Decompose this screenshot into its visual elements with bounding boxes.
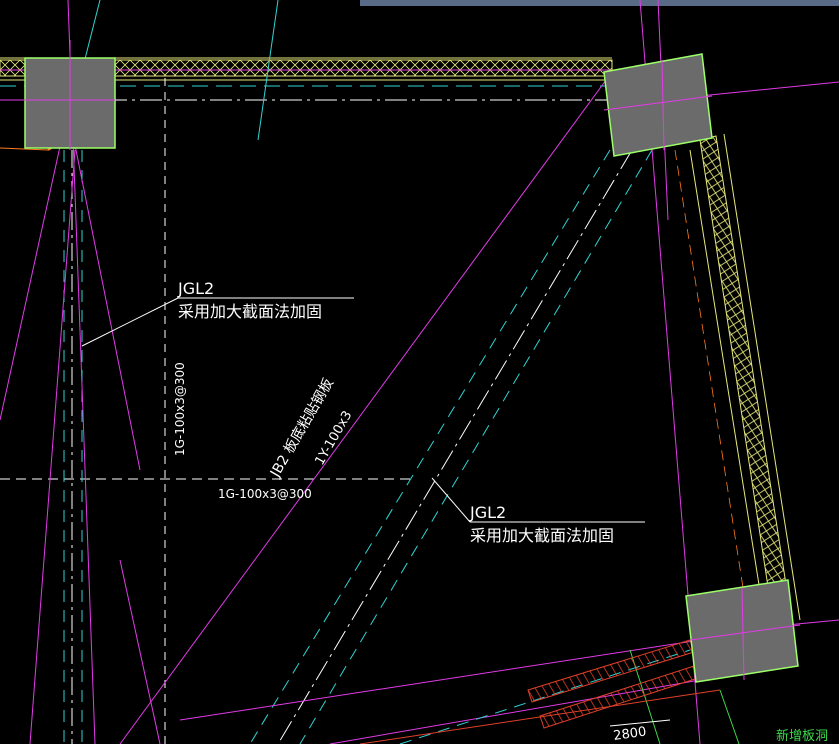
jb2-spec: 1Y-100x3 <box>312 408 355 468</box>
column-top-left[interactable] <box>0 40 116 150</box>
new-opening-label: 新增板洞 <box>776 728 828 744</box>
column-top-right[interactable] <box>603 53 713 157</box>
vertical-rebar-label: 1G-100x3@300 <box>173 362 187 456</box>
jgl2-lower-note: 采用加大截面法加固 <box>470 526 614 545</box>
cad-drawing-canvas[interactable]: JGL2 采用加大截面法加固 JGL2 采用加大截面法加固 1G-100x3@3… <box>0 0 839 744</box>
leader-lines <box>81 297 671 727</box>
column-bottom-right[interactable] <box>685 579 801 683</box>
jgl2-upper-tag: JGL2 <box>177 279 214 298</box>
horizontal-rebar-label: 1G-100x3@300 <box>218 487 312 501</box>
dimension-2800: 2800 <box>612 725 647 744</box>
jgl2-upper-note: 采用加大截面法加固 <box>178 302 322 321</box>
diagonal-beam <box>249 149 653 744</box>
jgl2-lower-tag: JGL2 <box>469 503 506 522</box>
right-wall <box>674 133 801 621</box>
